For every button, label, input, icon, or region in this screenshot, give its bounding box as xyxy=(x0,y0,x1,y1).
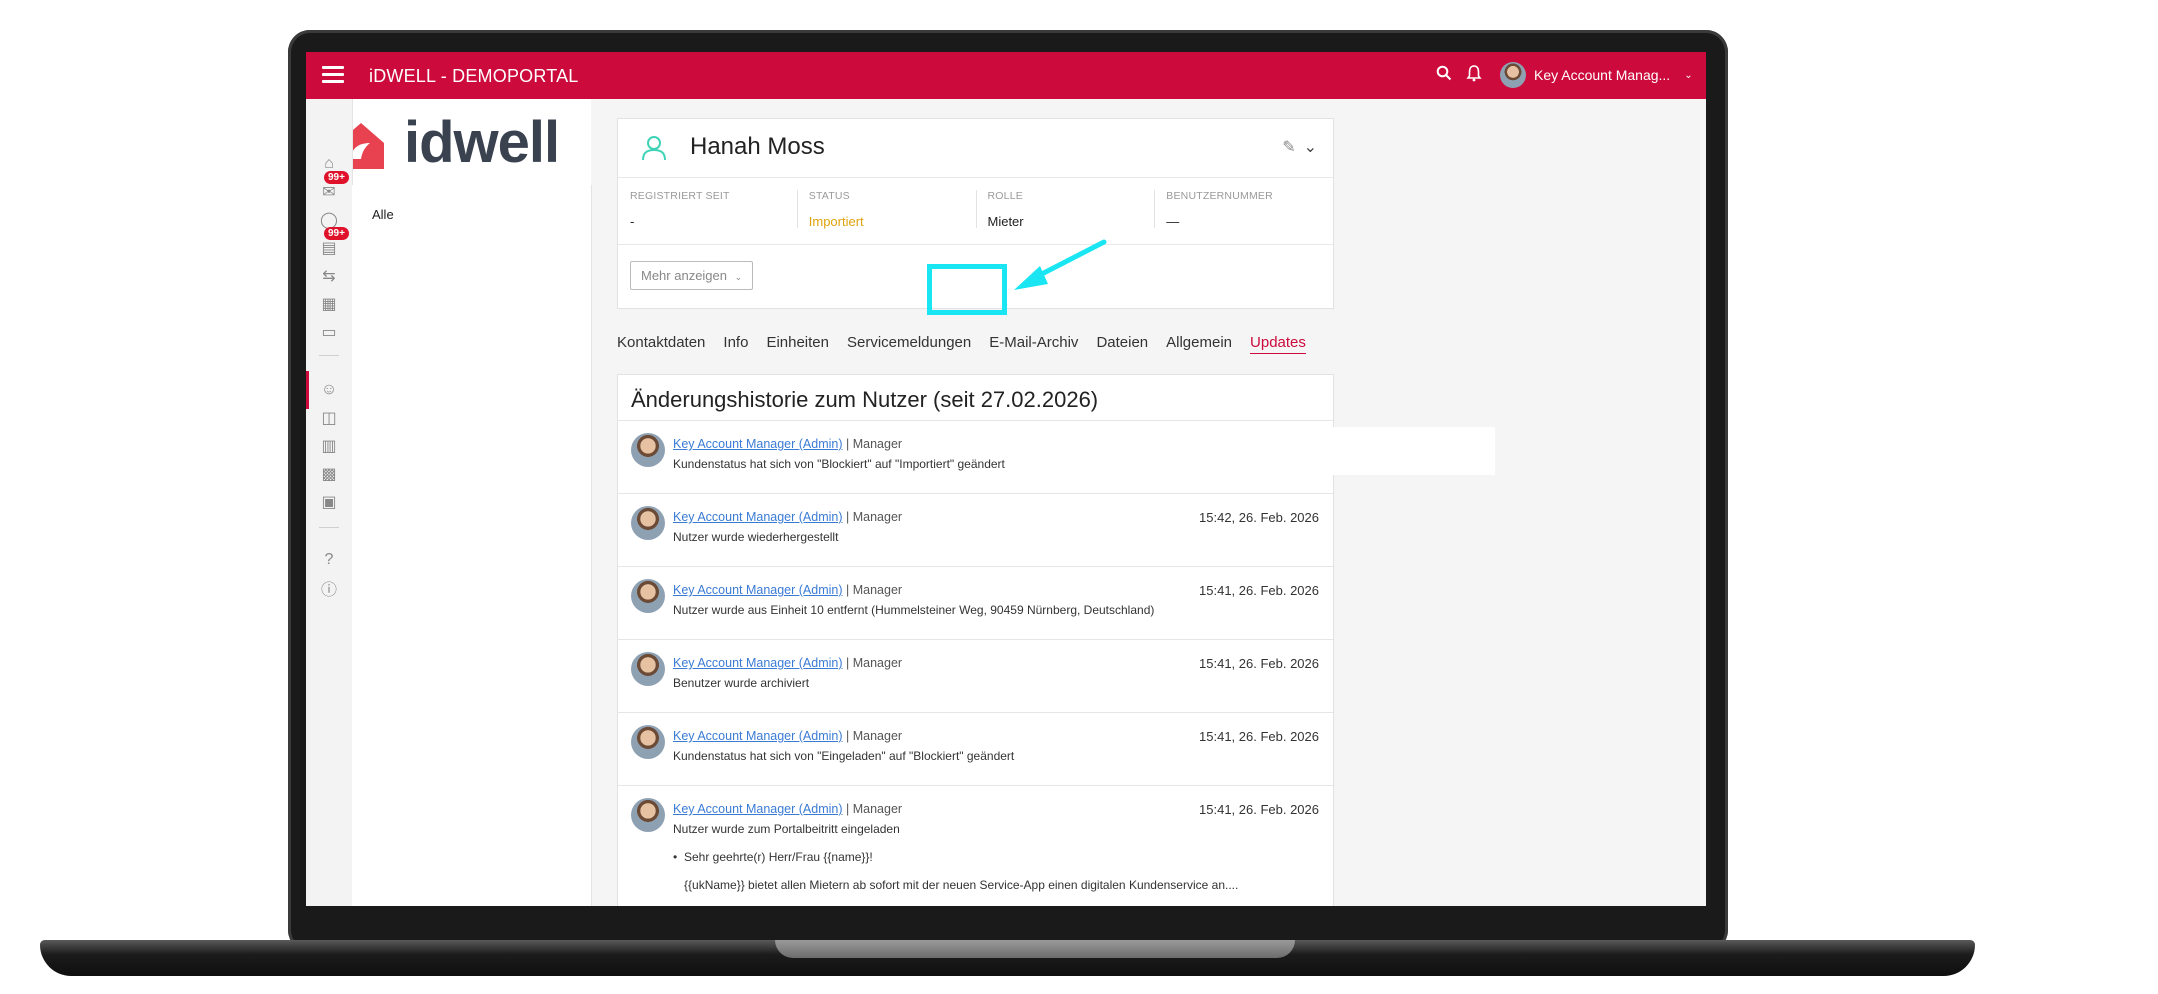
profile-tabs: Kontaktdaten Info Einheiten Servicemeldu… xyxy=(617,334,1324,354)
avatar xyxy=(631,725,665,759)
icon-rail: ⌂ ✉ 99+ ◯ ▤ 99+ ⇆ ▦ ▭ ☺ ◫ ▥ ▩ ▣ ? ⓘ xyxy=(306,99,353,906)
author-link[interactable]: Key Account Manager (Admin) xyxy=(673,437,843,451)
entry-time: 15:41, 26. Feb. 2026 xyxy=(1199,656,1319,671)
avatar xyxy=(631,652,665,686)
meta-value-role: Mieter xyxy=(987,214,1024,229)
author-role: | Manager xyxy=(846,802,903,816)
author-role: | Manager xyxy=(846,656,903,670)
history-entry: Key Account Manager (Admin) | Manager Nu… xyxy=(618,494,1333,567)
buildings-icon[interactable]: ▩ xyxy=(316,461,342,487)
user-name: Key Account Manag... xyxy=(1534,67,1671,83)
rail-divider xyxy=(319,355,339,356)
user-menu[interactable]: Key Account Manag... ⌄ xyxy=(1500,62,1693,88)
updates-highlight-box xyxy=(927,264,1007,315)
history-entry: Key Account Manager (Admin) | Manager Nu… xyxy=(618,567,1333,640)
entry-text: Benutzer wurde archiviert xyxy=(673,676,810,690)
meta-value-registered: - xyxy=(630,214,635,229)
folder-icon[interactable]: ▭ xyxy=(316,319,342,345)
sub-navigation: Alle xyxy=(352,185,592,906)
entry-text: Kundenstatus hat sich von "Blockiert" au… xyxy=(673,457,1005,471)
history-entry: Key Account Manager (Admin) | Manager Nu… xyxy=(618,786,1333,906)
history-entry: Key Account Manager (Admin) | Manager Ku… xyxy=(618,713,1333,786)
history-title: Änderungshistorie zum Nutzer (seit 27.02… xyxy=(618,375,1333,421)
pointer-arrow-icon xyxy=(1014,239,1107,290)
author-link[interactable]: Key Account Manager (Admin) xyxy=(673,583,843,597)
rail-divider xyxy=(319,527,339,528)
avatar xyxy=(631,579,665,613)
screen: iDWELL - DEMOPORTAL Key Account Manag...… xyxy=(306,52,1706,906)
tab-kontaktdaten[interactable]: Kontaktdaten xyxy=(617,334,705,354)
chevron-down-icon: ⌄ xyxy=(734,272,743,282)
author-link[interactable]: Key Account Manager (Admin) xyxy=(673,729,843,743)
author-link[interactable]: Key Account Manager (Admin) xyxy=(673,656,843,670)
rail-active-marker xyxy=(306,371,309,409)
avatar xyxy=(631,798,665,832)
meta-value-status: Importiert xyxy=(808,214,864,229)
meta-label-role: ROLLE xyxy=(987,190,1023,202)
bell-icon[interactable] xyxy=(1466,64,1482,82)
tasks-badge: 99+ xyxy=(324,227,349,240)
profile-meta: REGISTRIERT SEIT - STATUS Importiert ROL… xyxy=(618,178,1333,245)
entry-text: Nutzer wurde wiederhergestellt xyxy=(673,530,839,544)
floorplan-icon[interactable]: ◫ xyxy=(316,405,342,431)
avatar xyxy=(631,433,665,467)
inbox-badge: 99+ xyxy=(324,171,349,184)
avatar xyxy=(1500,62,1526,88)
author-role: | Manager xyxy=(846,729,903,743)
user-icon[interactable]: ☺ xyxy=(316,377,342,403)
author-role: | Manager xyxy=(846,437,903,451)
calendar-icon[interactable]: ▦ xyxy=(316,291,342,317)
edit-pencil-icon[interactable]: ✎ xyxy=(1282,137,1295,157)
entry-text: Nutzer wurde aus Einheit 10 entfernt (Hu… xyxy=(673,603,1155,617)
person-icon xyxy=(642,136,666,161)
meta-label-user-number: BENUTZERNUMMER xyxy=(1166,190,1273,202)
top-bar: iDWELL - DEMOPORTAL Key Account Manag...… xyxy=(306,52,1706,99)
tab-info[interactable]: Info xyxy=(723,334,748,354)
entry-text: Kundenstatus hat sich von "Eingeladen" a… xyxy=(673,749,1015,763)
tab-servicemeldungen[interactable]: Servicemeldungen xyxy=(847,334,971,354)
author-role: | Manager xyxy=(846,510,903,524)
entry-time: 15:41, 26. Feb. 2026 xyxy=(1199,583,1319,598)
invitation-excerpt: {{ukName}} bietet allen Mietern ab sofor… xyxy=(684,878,1239,892)
tab-einheiten[interactable]: Einheiten xyxy=(766,334,829,354)
entry-time: 15:41, 26. Feb. 2026 xyxy=(1199,729,1319,744)
help-icon[interactable]: ? xyxy=(316,547,342,573)
white-overlay xyxy=(1332,427,1495,475)
subnav-item-alle[interactable]: Alle xyxy=(372,207,394,222)
tab-dateien[interactable]: Dateien xyxy=(1096,334,1148,354)
history-entry: Key Account Manager (Admin) | Manager Ku… xyxy=(618,421,1333,494)
info-icon[interactable]: ⓘ xyxy=(316,575,342,601)
tab-allgemein[interactable]: Allgemein xyxy=(1166,334,1232,354)
hamburger-menu-icon[interactable] xyxy=(322,66,344,84)
app-title: iDWELL - DEMOPORTAL xyxy=(369,66,579,86)
entry-time: 15:41, 26. Feb. 2026 xyxy=(1199,802,1319,817)
author-link[interactable]: Key Account Manager (Admin) xyxy=(673,802,843,816)
history-entry: Key Account Manager (Admin) | Manager Be… xyxy=(618,640,1333,713)
entry-time: 15:42, 26. Feb. 2026 xyxy=(1199,510,1319,525)
meta-label-status: STATUS xyxy=(808,190,850,202)
change-history-card: Änderungshistorie zum Nutzer (seit 27.02… xyxy=(617,374,1334,906)
laptop-notch xyxy=(775,940,1295,958)
author-link[interactable]: Key Account Manager (Admin) xyxy=(673,510,843,524)
avatar xyxy=(631,506,665,540)
tab-updates[interactable]: Updates xyxy=(1250,334,1306,354)
author-role: | Manager xyxy=(846,583,903,597)
truck-icon[interactable]: ▣ xyxy=(316,489,342,515)
building-icon[interactable]: ▥ xyxy=(316,433,342,459)
meta-label-registered: REGISTRIERT SEIT xyxy=(630,190,730,202)
logo-text: idwell xyxy=(404,110,560,175)
profile-name: Hanah Moss xyxy=(690,133,825,160)
chevron-down-icon: ⌄ xyxy=(1684,69,1693,81)
show-more-label: Mehr anzeigen xyxy=(641,268,727,283)
chevron-down-icon[interactable]: ⌄ xyxy=(1304,137,1317,157)
tab-email-archiv[interactable]: E-Mail-Archiv xyxy=(989,334,1078,354)
invitation-greeting: Sehr geehrte(r) Herr/Frau {{name}}! xyxy=(673,850,873,864)
profile-header: Hanah Moss ✎ ⌄ xyxy=(618,119,1333,178)
meta-value-user-number: — xyxy=(1166,214,1180,229)
entry-text: Nutzer wurde zum Portalbeitritt eingelad… xyxy=(673,822,900,836)
search-icon[interactable] xyxy=(1436,65,1452,81)
show-more-button[interactable]: Mehr anzeigen ⌄ xyxy=(630,261,754,290)
transfer-icon[interactable]: ⇆ xyxy=(316,263,342,289)
